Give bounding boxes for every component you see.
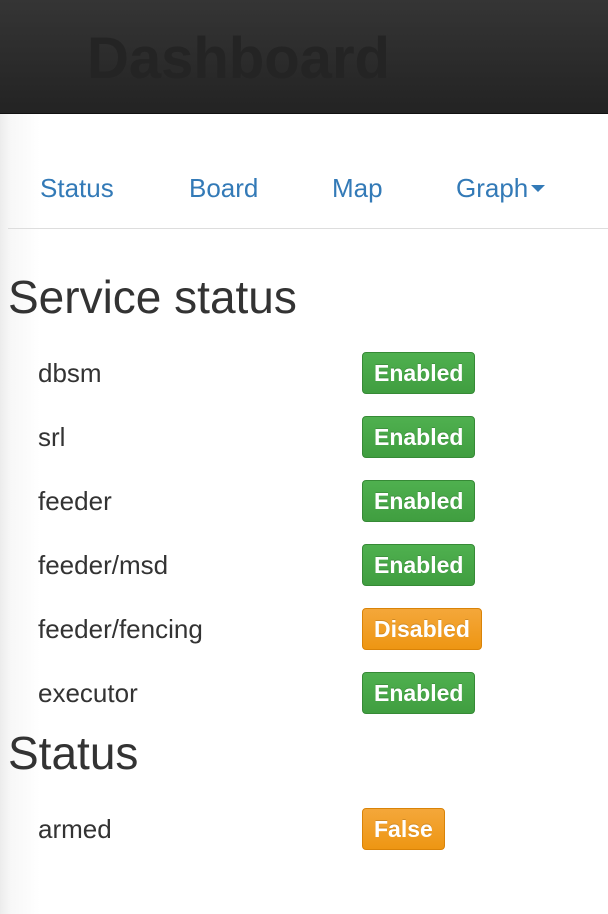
nav-tabs: Status Board Map Graph <box>8 160 608 229</box>
service-name: feeder <box>38 486 112 516</box>
nav-item-label: Status <box>40 173 114 203</box>
service-name: feeder/msd <box>38 550 169 580</box>
nav-item-status[interactable]: Status <box>40 172 114 204</box>
top-navbar: Dashboard <box>0 0 608 114</box>
nav-item-label: Map <box>332 173 383 203</box>
status-badge: Enabled <box>362 480 476 522</box>
nav-item-label: Graph <box>456 173 529 203</box>
brand-title[interactable]: Dashboard <box>87 24 390 94</box>
caret-down-icon <box>531 185 546 193</box>
nav-item-graph-dropdown[interactable]: Graph <box>456 172 546 204</box>
status-name: armed <box>38 814 112 844</box>
status-badge: Disabled <box>362 608 482 650</box>
service-name: srl <box>38 422 66 452</box>
page: Dashboard Status Board Map Graph Service… <box>0 0 608 914</box>
service-row: executor Enabled <box>0 672 608 718</box>
status-heading: Status <box>8 727 139 779</box>
service-name: dbsm <box>38 358 102 388</box>
status-badge: False <box>362 808 445 850</box>
service-row: srl Enabled <box>0 416 608 462</box>
nav-item-label: Board <box>189 173 259 203</box>
status-badge: Enabled <box>362 672 476 714</box>
service-status-heading: Service status <box>8 271 297 323</box>
nav-item-map[interactable]: Map <box>332 172 383 204</box>
service-row: dbsm Enabled <box>0 352 608 398</box>
service-name: executor <box>38 678 138 708</box>
service-row: feeder/fencing Disabled <box>0 608 608 654</box>
status-badge: Enabled <box>362 352 476 394</box>
status-row: armed False <box>0 808 608 854</box>
service-name: feeder/fencing <box>38 614 203 644</box>
service-row: feeder Enabled <box>0 480 608 526</box>
status-badge: Enabled <box>362 544 476 586</box>
nav-item-board[interactable]: Board <box>189 172 258 204</box>
service-row: feeder/msd Enabled <box>0 544 608 590</box>
status-badge: Enabled <box>362 416 476 458</box>
